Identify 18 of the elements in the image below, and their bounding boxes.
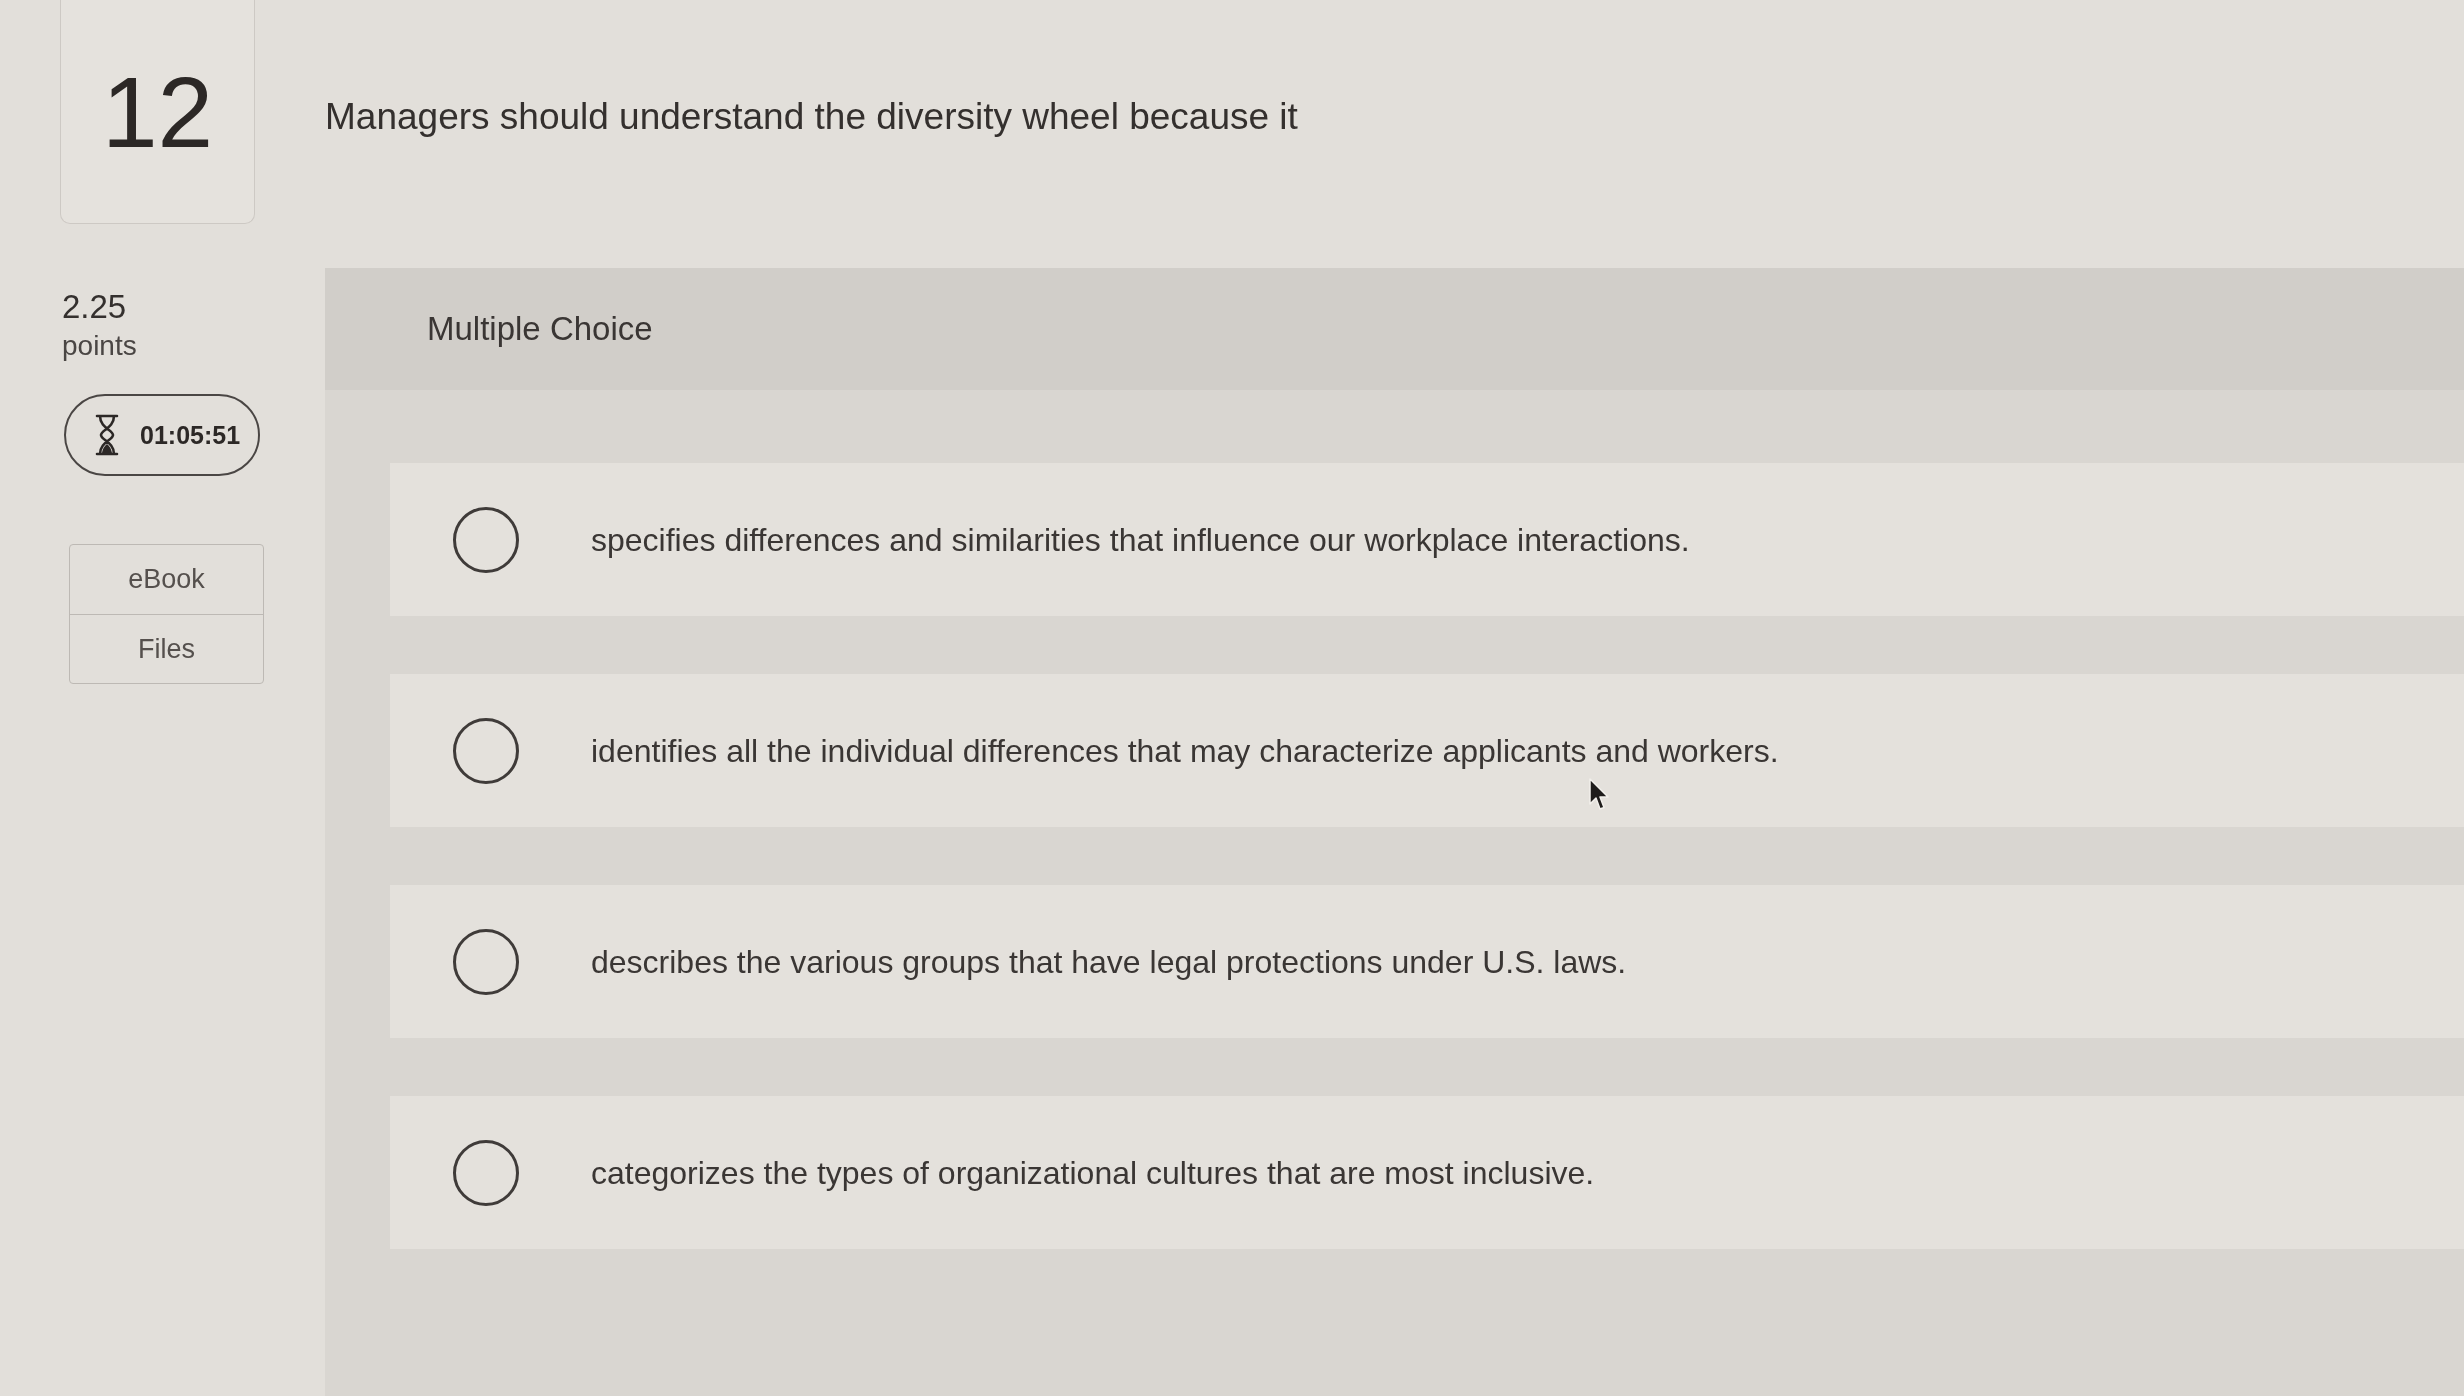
resource-tab[interactable]: eBook: [70, 545, 263, 614]
radio-button[interactable]: [453, 506, 519, 573]
question-number: 12: [101, 61, 214, 162]
option-text: describes the various groups that have legal protections under U.S. laws.: [591, 942, 1627, 982]
option-text: identifies all the individual differences that may characterize applicants and workers.: [591, 731, 1779, 771]
points-value: 2.25: [62, 288, 127, 326]
radio-button[interactable]: [453, 928, 519, 995]
points-label: points: [62, 329, 137, 363]
resource-tab[interactable]: Files: [70, 614, 263, 683]
option-text: categorizes the types of organizational cultures that are most inclusive.: [591, 1153, 1595, 1193]
question-text: Managers should understand the diversity wheel because it: [325, 96, 1298, 137]
mouse-pointer-icon: [1589, 778, 1611, 812]
question-type-label: Multiple Choice: [427, 310, 653, 348]
option-text: specifies differences and similarities that influence our workplace interactions.: [591, 520, 1690, 560]
radio-button[interactable]: [453, 717, 519, 784]
hourglass-icon: [94, 414, 120, 456]
radio-button[interactable]: [453, 1139, 519, 1206]
timer-text: 01:05:51: [140, 420, 241, 450]
